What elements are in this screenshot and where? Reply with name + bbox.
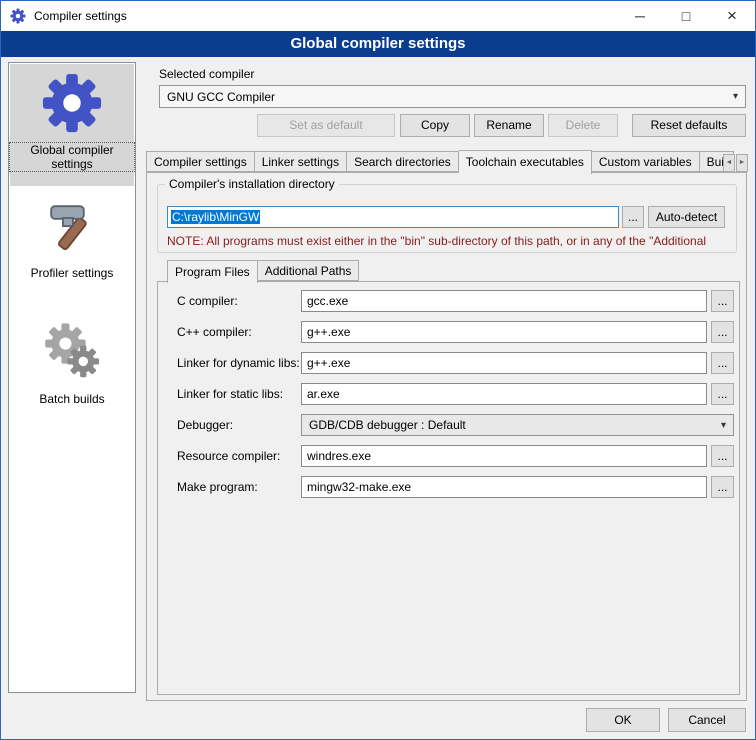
tab-additional-paths[interactable]: Additional Paths <box>258 260 360 281</box>
dynamic-linker-input[interactable] <box>301 352 707 374</box>
app-icon <box>10 8 26 24</box>
blue-gear-icon <box>41 72 103 134</box>
sidebar-item-label: Profiler settings <box>10 266 134 280</box>
compiler-select[interactable]: GNU GCC Compiler ▾ <box>159 85 746 108</box>
rename-button[interactable]: Rename <box>474 114 544 137</box>
installation-directory-input[interactable]: C:\raylib\MinGW <box>167 206 619 228</box>
c-compiler-input[interactable] <box>301 290 707 312</box>
cancel-button[interactable]: Cancel <box>668 708 746 732</box>
tab-toolchain-executables[interactable]: Toolchain executables <box>459 150 592 174</box>
program-files-tabstrip: Program Files Additional Paths <box>167 259 359 282</box>
installation-directory-group-title: Compiler's installation directory <box>165 177 339 191</box>
cpp-compiler-browse-button[interactable]: ... <box>711 321 734 343</box>
debugger-label: Debugger: <box>177 414 233 436</box>
debugger-select[interactable]: GDB/CDB debugger : Default ▾ <box>301 414 734 436</box>
debugger-select-value: GDB/CDB debugger : Default <box>309 418 466 432</box>
installation-directory-browse-button[interactable]: ... <box>622 206 644 228</box>
sidebar-item-label: Global compiler settings <box>10 143 134 171</box>
set-as-default-button[interactable]: Set as default <box>257 114 395 137</box>
maximize-button[interactable]: □ <box>663 1 709 31</box>
compiler-settings-window: Compiler settings ─ □ × Global compiler … <box>0 0 756 740</box>
profiler-tools-icon <box>43 197 101 257</box>
settings-tabstrip: Compiler settings Linker settings Search… <box>146 149 734 173</box>
bin-subdirectory-note: NOTE: All programs must exist either in … <box>167 234 741 248</box>
compiler-select-value: GNU GCC Compiler <box>167 90 275 104</box>
titlebar: Compiler settings ─ □ × <box>1 1 755 31</box>
minimize-button[interactable]: ─ <box>617 1 663 31</box>
sidebar-item-profiler-settings[interactable]: Profiler settings <box>10 197 134 280</box>
dynamic-linker-browse-button[interactable]: ... <box>711 352 734 374</box>
static-linker-browse-button[interactable]: ... <box>711 383 734 405</box>
close-button[interactable]: × <box>709 1 755 31</box>
reset-defaults-button[interactable]: Reset defaults <box>632 114 746 137</box>
cpp-compiler-label: C++ compiler: <box>177 321 252 343</box>
tab-custom-variables[interactable]: Custom variables <box>592 151 700 172</box>
resource-compiler-input[interactable] <box>301 445 707 467</box>
installation-directory-value: C:\raylib\MinGW <box>171 210 260 224</box>
copy-button[interactable]: Copy <box>400 114 470 137</box>
chevron-down-icon: ▾ <box>721 420 726 431</box>
resource-compiler-label: Resource compiler: <box>177 445 280 467</box>
cpp-compiler-input[interactable] <box>301 321 707 343</box>
make-program-label: Make program: <box>177 476 258 498</box>
tab-linker-settings[interactable]: Linker settings <box>255 151 347 172</box>
tab-scroll-right-button[interactable]: ► <box>736 154 748 172</box>
make-program-browse-button[interactable]: ... <box>711 476 734 498</box>
static-linker-label: Linker for static libs: <box>177 383 283 405</box>
minimize-icon: ─ <box>635 8 645 24</box>
selected-compiler-label: Selected compiler <box>159 67 254 81</box>
c-compiler-label: C compiler: <box>177 290 238 312</box>
sidebar-item-global-compiler-settings[interactable]: Global compiler settings <box>10 64 134 186</box>
dialog-banner: Global compiler settings <box>1 31 755 57</box>
tab-program-files[interactable]: Program Files <box>167 260 258 283</box>
resource-compiler-browse-button[interactable]: ... <box>711 445 734 467</box>
ok-button[interactable]: OK <box>586 708 660 732</box>
make-program-input[interactable] <box>301 476 707 498</box>
maximize-icon: □ <box>682 8 690 24</box>
delete-button[interactable]: Delete <box>548 114 618 137</box>
auto-detect-button[interactable]: Auto-detect <box>648 206 725 228</box>
close-icon: × <box>727 6 737 26</box>
dynamic-linker-label: Linker for dynamic libs: <box>177 352 300 374</box>
static-linker-input[interactable] <box>301 383 707 405</box>
tab-compiler-settings[interactable]: Compiler settings <box>146 151 255 172</box>
window-title: Compiler settings <box>34 9 127 23</box>
chevron-down-icon: ▾ <box>733 91 738 102</box>
tab-scroll-left-button[interactable]: ◄ <box>723 154 735 172</box>
tab-search-directories[interactable]: Search directories <box>347 151 459 172</box>
settings-sidebar: Global compiler settings Profiler settin… <box>8 62 136 693</box>
c-compiler-browse-button[interactable]: ... <box>711 290 734 312</box>
